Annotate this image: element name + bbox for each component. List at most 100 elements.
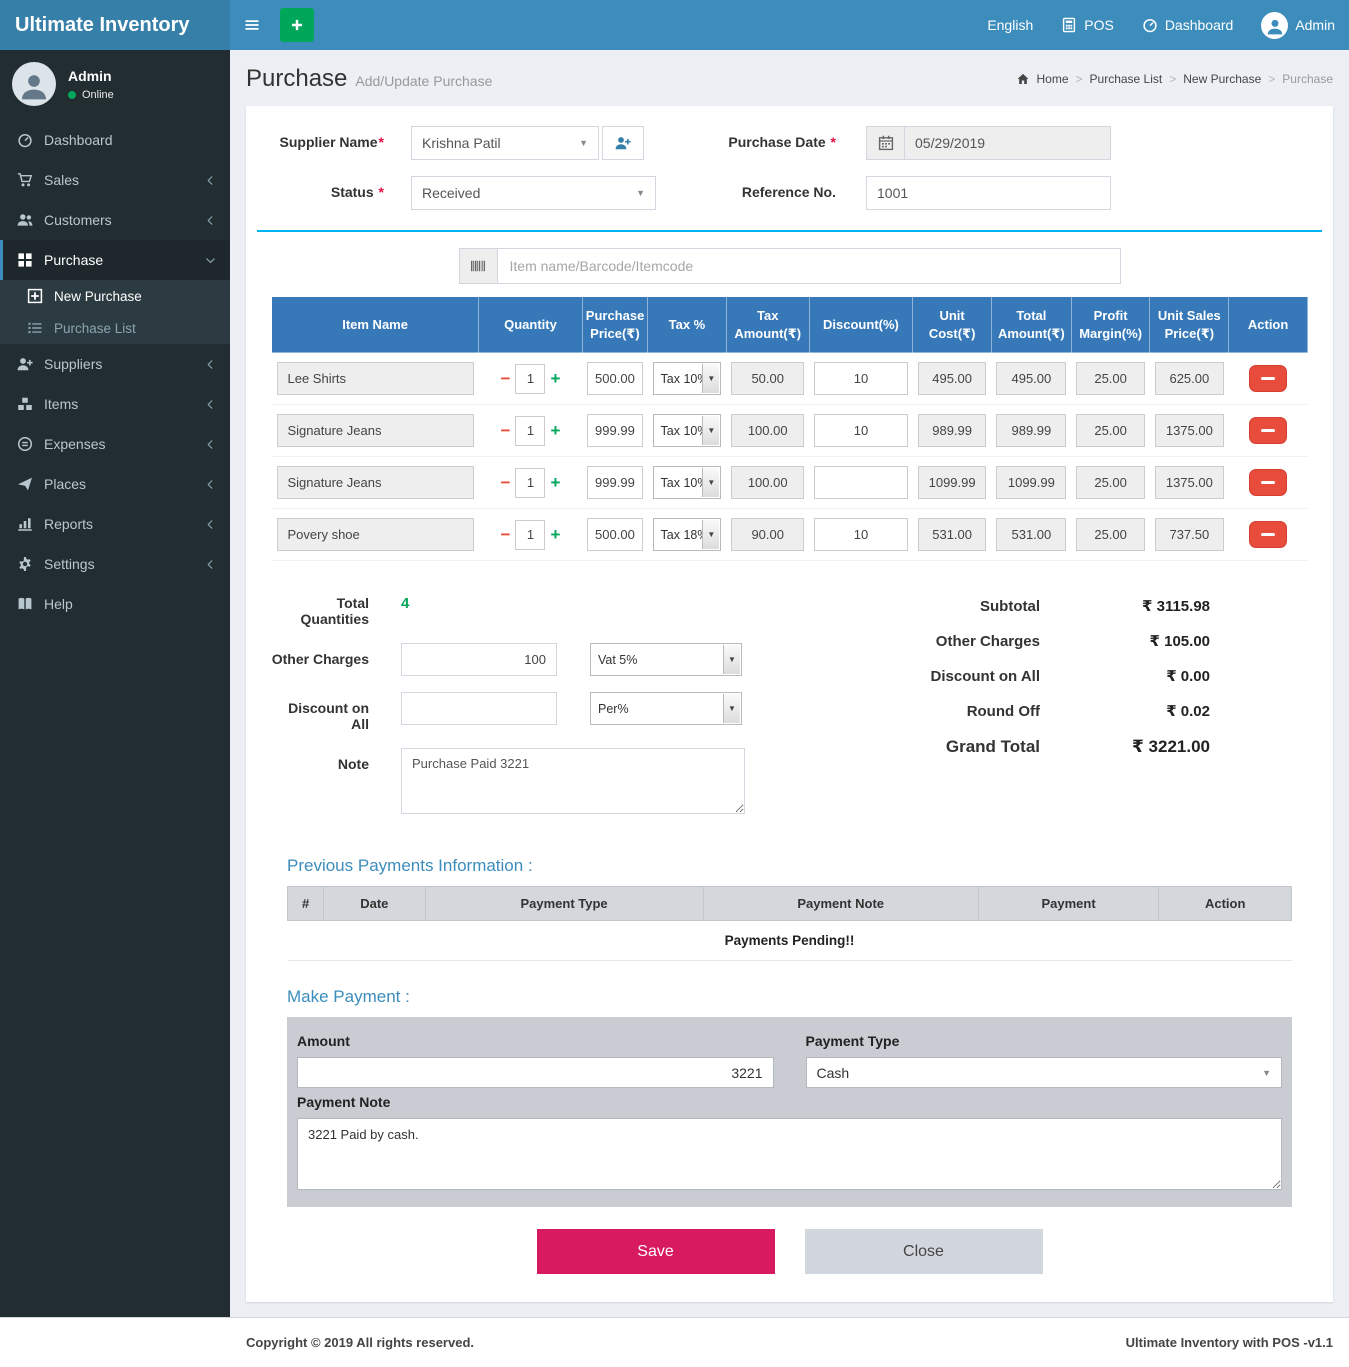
note-input[interactable]: Purchase Paid 3221 bbox=[401, 748, 745, 814]
sidebar-item-places[interactable]: Places bbox=[0, 464, 230, 504]
summary-label: Discount on All bbox=[801, 668, 1040, 685]
delete-row-button[interactable] bbox=[1249, 417, 1287, 444]
delete-row-button[interactable] bbox=[1249, 521, 1287, 548]
chevron-left-icon bbox=[205, 439, 216, 450]
breadcrumb-separator: > bbox=[1076, 72, 1083, 86]
unit-cost-field[interactable] bbox=[918, 414, 987, 447]
tax-select[interactable]: Tax 10% ▼ bbox=[653, 362, 722, 395]
sidebar-item-reports[interactable]: Reports bbox=[0, 504, 230, 544]
unit-sales-price-field[interactable] bbox=[1155, 414, 1224, 447]
quantity-decrease-button[interactable]: − bbox=[501, 422, 511, 439]
user-menu[interactable]: Admin bbox=[1247, 0, 1349, 50]
dashboard-link[interactable]: Dashboard bbox=[1128, 0, 1248, 50]
tax-amount-field[interactable] bbox=[731, 466, 804, 499]
payment-type-select[interactable]: Cash ▼ bbox=[806, 1057, 1283, 1088]
quantity-input[interactable] bbox=[515, 416, 545, 446]
label-text: Supplier Name bbox=[280, 134, 378, 150]
sidebar-item-purchase[interactable]: Purchase bbox=[0, 240, 230, 280]
breadcrumb-home[interactable]: Home bbox=[1036, 72, 1068, 86]
delete-row-button[interactable] bbox=[1249, 469, 1287, 496]
breadcrumb-separator: > bbox=[1268, 72, 1275, 86]
sidebar-item-purchase-list[interactable]: Purchase List bbox=[0, 312, 230, 344]
app-logo[interactable]: Ultimate Inventory bbox=[0, 0, 230, 50]
quantity-decrease-button[interactable]: − bbox=[501, 526, 511, 543]
unit-sales-price-field[interactable] bbox=[1155, 362, 1224, 395]
purchase-price-input[interactable] bbox=[587, 362, 642, 395]
sidebar-item-customers[interactable]: Customers bbox=[0, 200, 230, 240]
tax-select[interactable]: Tax 10% ▼ bbox=[653, 414, 722, 447]
quantity-increase-button[interactable]: + bbox=[550, 422, 560, 439]
profit-margin-field[interactable] bbox=[1076, 362, 1145, 395]
quantity-increase-button[interactable]: + bbox=[550, 526, 560, 543]
payment-amount-input[interactable] bbox=[297, 1057, 774, 1088]
quantity-input[interactable] bbox=[515, 468, 545, 498]
item-search-input[interactable] bbox=[497, 248, 1121, 284]
sidebar-item-settings[interactable]: Settings bbox=[0, 544, 230, 584]
payment-note-input[interactable]: 3221 Paid by cash. bbox=[297, 1118, 1282, 1190]
language-menu[interactable]: English bbox=[973, 0, 1047, 50]
item-name-field[interactable] bbox=[277, 414, 474, 447]
total-amount-field[interactable] bbox=[996, 466, 1066, 499]
quantity-decrease-button[interactable]: − bbox=[501, 370, 511, 387]
sidebar-item-dashboard[interactable]: Dashboard bbox=[0, 120, 230, 160]
breadcrumb-purchase-list[interactable]: Purchase List bbox=[1090, 72, 1163, 86]
unit-sales-price-field[interactable] bbox=[1155, 518, 1224, 551]
sidebar-item-new-purchase[interactable]: New Purchase bbox=[0, 280, 230, 312]
item-name-field[interactable] bbox=[277, 518, 474, 551]
suppliers-icon bbox=[17, 356, 33, 372]
purchase-price-input[interactable] bbox=[587, 518, 642, 551]
discount-input[interactable] bbox=[814, 518, 908, 551]
total-amount-field[interactable] bbox=[996, 518, 1066, 551]
breadcrumb-new-purchase[interactable]: New Purchase bbox=[1183, 72, 1261, 86]
discount-input[interactable] bbox=[814, 362, 908, 395]
total-amount-field[interactable] bbox=[996, 414, 1066, 447]
quantity-decrease-button[interactable]: − bbox=[501, 474, 511, 491]
sidebar-item-expenses[interactable]: Expenses bbox=[0, 424, 230, 464]
unit-cost-field[interactable] bbox=[918, 466, 987, 499]
item-name-field[interactable] bbox=[277, 362, 474, 395]
discount-input[interactable] bbox=[814, 414, 908, 447]
sidebar-item-items[interactable]: Items bbox=[0, 384, 230, 424]
unit-cost-field[interactable] bbox=[918, 518, 987, 551]
discount-on-all-input[interactable] bbox=[401, 692, 557, 725]
delete-row-button[interactable] bbox=[1249, 365, 1287, 392]
quick-add-button[interactable] bbox=[280, 8, 314, 42]
reference-input[interactable] bbox=[866, 176, 1111, 210]
total-amount-field[interactable] bbox=[996, 362, 1066, 395]
quantity-increase-button[interactable]: + bbox=[550, 474, 560, 491]
profit-margin-field[interactable] bbox=[1076, 466, 1145, 499]
tax-amount-field[interactable] bbox=[731, 518, 804, 551]
profit-margin-field[interactable] bbox=[1076, 414, 1145, 447]
purchase-price-input[interactable] bbox=[587, 466, 642, 499]
profit-margin-field[interactable] bbox=[1076, 518, 1145, 551]
status-select[interactable]: Received ▼ bbox=[411, 176, 656, 210]
tax-amount-field[interactable] bbox=[731, 362, 804, 395]
discount-type-select[interactable]: Per% ▼ bbox=[590, 692, 742, 725]
close-button[interactable]: Close bbox=[805, 1229, 1043, 1274]
tax-select[interactable]: Tax 10% ▼ bbox=[653, 466, 722, 499]
sidebar-item-help[interactable]: Help bbox=[0, 584, 230, 624]
quantity-input[interactable] bbox=[515, 520, 545, 550]
add-supplier-button[interactable] bbox=[602, 126, 644, 160]
tax-select[interactable]: Tax 18% ▼ bbox=[653, 518, 722, 551]
quantity-input[interactable] bbox=[515, 364, 545, 394]
item-name-field[interactable] bbox=[277, 466, 474, 499]
unit-cost-field[interactable] bbox=[918, 362, 987, 395]
sidebar-item-suppliers[interactable]: Suppliers bbox=[0, 344, 230, 384]
pos-link[interactable]: POS bbox=[1047, 0, 1128, 50]
discount-input[interactable] bbox=[814, 466, 908, 499]
save-button[interactable]: Save bbox=[537, 1229, 775, 1274]
purchase-price-input[interactable] bbox=[587, 414, 642, 447]
sidebar-item-label: Suppliers bbox=[44, 356, 102, 372]
sidebar-toggle-button[interactable] bbox=[230, 0, 274, 50]
quantity-increase-button[interactable]: + bbox=[550, 370, 560, 387]
user-status: Online bbox=[68, 89, 114, 101]
summary-row: Other Charges ₹ 105.00 bbox=[801, 632, 1210, 650]
unit-sales-price-field[interactable] bbox=[1155, 466, 1224, 499]
purchase-date-input[interactable] bbox=[904, 126, 1111, 160]
other-charges-type-select[interactable]: Vat 5% ▼ bbox=[590, 643, 742, 676]
supplier-select[interactable]: Krishna Patil ▼ bbox=[411, 126, 599, 160]
tax-amount-field[interactable] bbox=[731, 414, 804, 447]
sidebar-item-sales[interactable]: Sales bbox=[0, 160, 230, 200]
other-charges-input[interactable] bbox=[401, 643, 557, 676]
